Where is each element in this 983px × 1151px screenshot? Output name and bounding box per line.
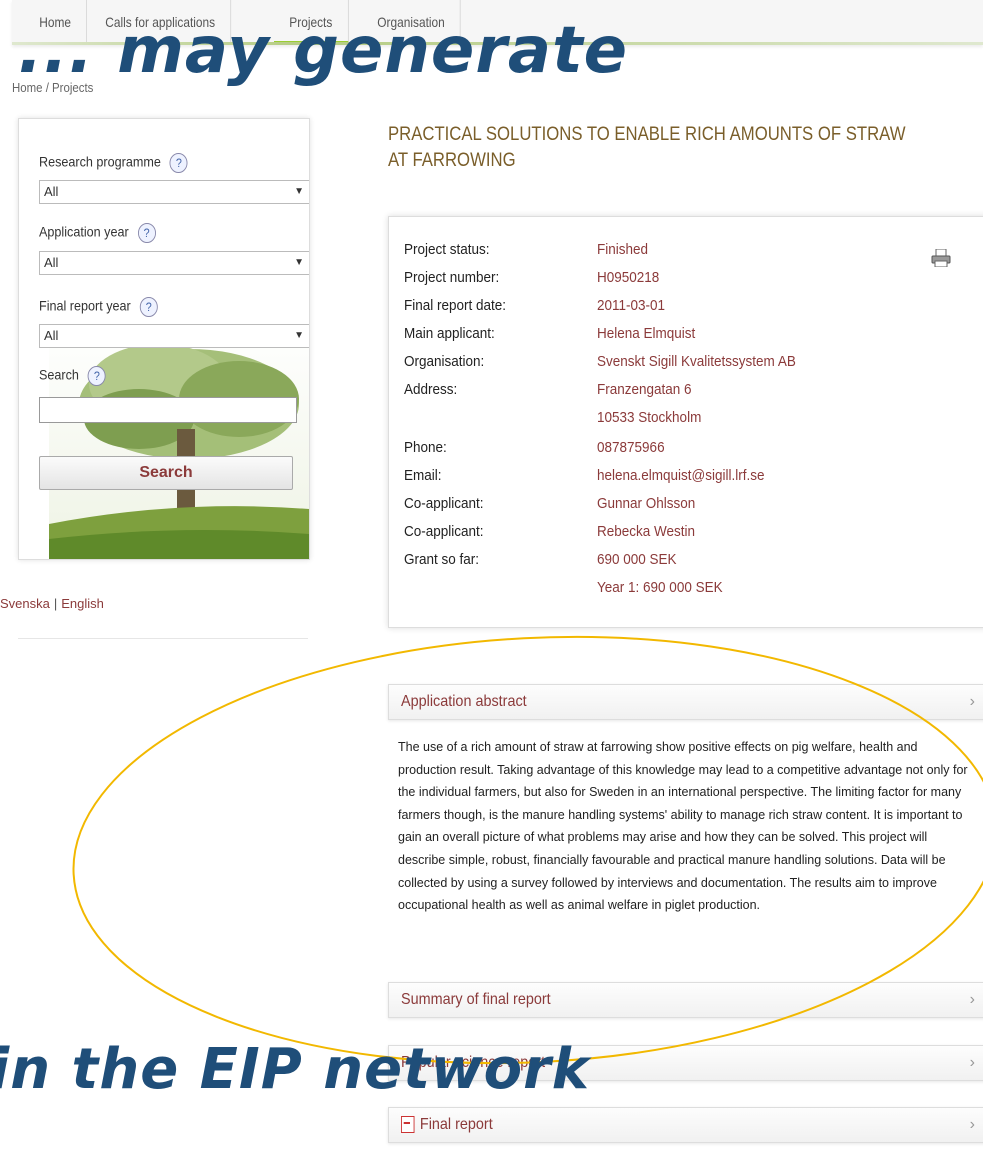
application-abstract-header[interactable]: Application abstract ›	[388, 684, 983, 720]
breadcrumb: Home / Projects	[12, 80, 94, 95]
search-input[interactable]	[39, 397, 297, 423]
summary-final-report-header[interactable]: Summary of final report ›	[388, 982, 983, 1018]
language-switcher: Svenska | English	[0, 596, 104, 611]
pdf-icon	[401, 1116, 415, 1134]
overlay-caption-bottom: in the EIP network	[0, 1037, 590, 1102]
final-report-year-label: Final report year?	[39, 297, 158, 317]
language-separator: |	[53, 596, 58, 611]
project-details-panel: Project status: Finished Project number: H…	[388, 216, 983, 628]
final-report-year-select[interactable]: All ▼	[39, 324, 309, 348]
chevron-right-icon: ›	[969, 991, 975, 1008]
tree-image	[49, 324, 309, 559]
search-button[interactable]: Search	[39, 456, 293, 490]
help-icon[interactable]: ?	[139, 297, 158, 317]
overlay-caption-top: ... may generate	[18, 14, 629, 88]
language-svenska-link[interactable]: Svenska	[0, 596, 50, 611]
divider	[18, 638, 308, 639]
application-year-label: Application year?	[39, 223, 156, 243]
filter-panel: Research programme? All ▼ Application yea…	[18, 118, 310, 560]
application-year-select[interactable]: All ▼	[39, 251, 309, 275]
chevron-right-icon: ›	[969, 693, 975, 710]
dropdown-arrow-icon: ▼	[294, 330, 304, 341]
help-icon[interactable]: ?	[169, 153, 188, 173]
research-programme-label: Research programme?	[39, 153, 188, 173]
chevron-right-icon: ›	[969, 1054, 975, 1071]
language-english-link[interactable]: English	[61, 596, 104, 611]
help-icon[interactable]: ?	[137, 223, 156, 243]
dropdown-arrow-icon: ▼	[294, 186, 304, 197]
search-label: Search?	[39, 366, 106, 386]
dropdown-arrow-icon: ▼	[294, 257, 304, 268]
chevron-right-icon: ›	[969, 1116, 975, 1133]
final-report-header[interactable]: Final report ›	[388, 1107, 983, 1143]
project-title: PRACTICAL SOLUTIONS TO ENABLE RICH AMOUN…	[388, 124, 906, 171]
email-link[interactable]: helena.elmquist@sigill.lrf.se	[597, 467, 765, 484]
research-programme-select[interactable]: All ▼	[39, 180, 309, 204]
abstract-text: The use of a rich amount of straw at far…	[398, 740, 968, 913]
help-icon[interactable]: ?	[87, 366, 106, 386]
printer-icon[interactable]	[931, 249, 951, 267]
